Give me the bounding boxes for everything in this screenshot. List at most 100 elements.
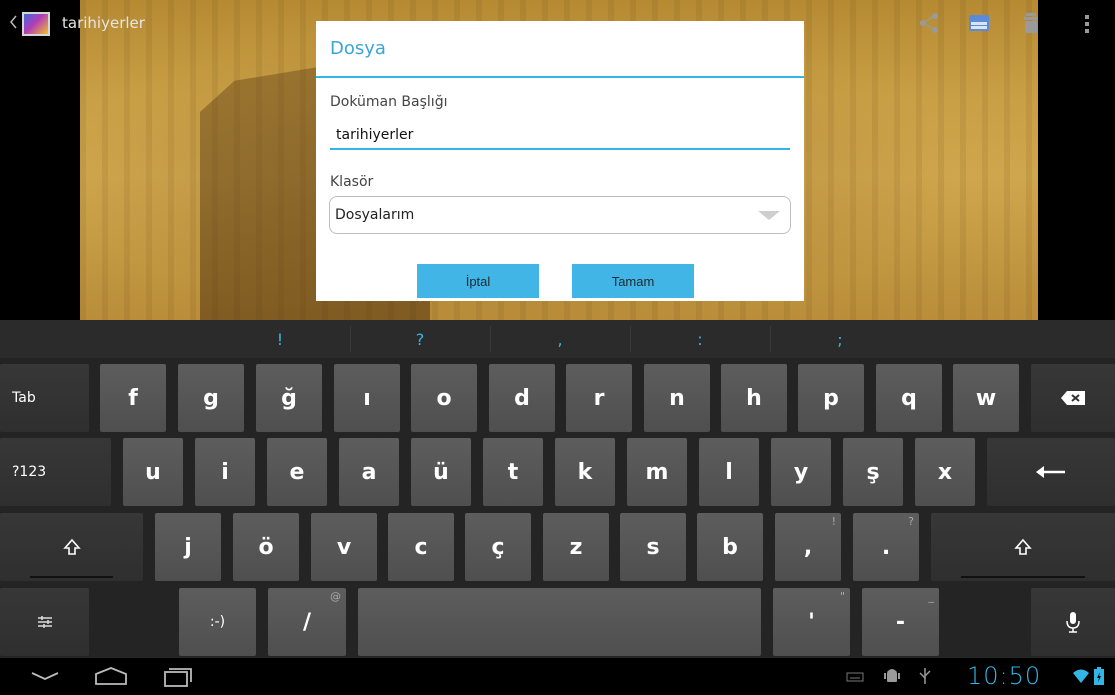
- key-g[interactable]: g: [178, 364, 244, 432]
- smiley-key[interactable]: :-): [179, 588, 256, 656]
- trash-icon[interactable]: [1018, 10, 1044, 36]
- shift-indicator: [30, 576, 113, 578]
- dropdown-arrow-icon: [758, 211, 780, 220]
- enter-key[interactable]: [987, 438, 1115, 506]
- key-b[interactable]: b: [697, 513, 763, 581]
- key-y[interactable]: y: [771, 438, 831, 506]
- folder-selected-value: Dosyalarım: [335, 207, 415, 223]
- dialog-title-divider: [316, 76, 804, 78]
- key-e[interactable]: e: [267, 438, 327, 506]
- key-p[interactable]: p: [798, 364, 864, 432]
- system-nav-bar: 10:50: [0, 658, 1115, 695]
- space-key[interactable]: [358, 588, 761, 656]
- app-icon[interactable]: [22, 12, 50, 36]
- key-label: ,: [803, 534, 813, 560]
- share-icon[interactable]: [916, 10, 942, 36]
- key-n[interactable]: n: [644, 364, 710, 432]
- key-dotless-i[interactable]: ı: [334, 364, 400, 432]
- key-u[interactable]: u: [123, 438, 183, 506]
- usb-icon: [919, 668, 931, 684]
- soft-keyboard: ! ? , : ; Tab f g ğ ı o d r n h p q w ?1…: [0, 320, 1115, 658]
- key-c[interactable]: c: [388, 513, 454, 581]
- recent-apps-icon[interactable]: [163, 666, 193, 688]
- tab-key[interactable]: Tab: [0, 364, 89, 432]
- key-r[interactable]: r: [566, 364, 632, 432]
- battery-icon: [1094, 667, 1104, 685]
- hide-keyboard-icon[interactable]: [30, 670, 60, 682]
- key-o-umlaut[interactable]: ö: [233, 513, 299, 581]
- key-a[interactable]: a: [339, 438, 399, 506]
- key-q[interactable]: q: [876, 364, 942, 432]
- key-l[interactable]: l: [699, 438, 759, 506]
- document-title-input[interactable]: [330, 121, 790, 149]
- ok-button[interactable]: Tamam: [572, 264, 694, 298]
- key-g-breve[interactable]: ğ: [256, 364, 322, 432]
- dash-key[interactable]: - _: [862, 588, 939, 656]
- folder-icon[interactable]: [966, 10, 992, 36]
- keyboard-settings-key[interactable]: [0, 588, 89, 656]
- suggestion-item[interactable]: ;: [770, 320, 910, 358]
- file-dialog: Dosya Doküman Başlığı Klasör Dosyalarım …: [316, 21, 804, 301]
- key-comma[interactable]: , !: [775, 513, 841, 581]
- keyboard-icon: [846, 672, 864, 682]
- document-title-label: Doküman Başlığı: [330, 94, 448, 110]
- microphone-icon: [1066, 612, 1080, 633]
- key-label: -: [895, 609, 906, 635]
- key-x[interactable]: x: [915, 438, 975, 506]
- key-w[interactable]: w: [953, 364, 1019, 432]
- enter-icon: [1036, 466, 1065, 478]
- status-clock: 10:50: [967, 662, 1042, 690]
- symbols-key[interactable]: ?123: [0, 438, 111, 506]
- key-hint: _: [928, 590, 935, 603]
- suggestion-item[interactable]: ,: [490, 320, 630, 358]
- key-c-cedilla[interactable]: ç: [465, 513, 531, 581]
- key-hint: ": [839, 590, 845, 603]
- folder-label: Klasör: [330, 174, 374, 190]
- key-d[interactable]: d: [489, 364, 555, 432]
- dialog-title: Dosya: [330, 38, 386, 59]
- microphone-key[interactable]: [1031, 588, 1115, 656]
- backspace-key[interactable]: [1031, 364, 1115, 432]
- key-label: ': [808, 609, 815, 635]
- suggestion-bar: ! ? , : ;: [0, 320, 1115, 358]
- key-label: /: [302, 609, 312, 635]
- key-s-cedilla[interactable]: ş: [843, 438, 903, 506]
- shift-icon: [62, 538, 81, 555]
- key-m[interactable]: m: [627, 438, 687, 506]
- key-h[interactable]: h: [721, 364, 787, 432]
- slash-key[interactable]: / @: [268, 588, 346, 656]
- home-icon[interactable]: [94, 666, 128, 686]
- key-hint: @: [330, 590, 341, 603]
- key-hint: ?: [908, 515, 914, 528]
- app-title: tarihiyerler: [62, 14, 145, 32]
- key-v[interactable]: v: [311, 513, 377, 581]
- suggestion-item[interactable]: !: [210, 320, 350, 358]
- key-label: .: [881, 534, 891, 560]
- overflow-menu-icon[interactable]: [1074, 10, 1100, 36]
- shift-key-left[interactable]: [0, 513, 143, 581]
- cancel-button[interactable]: İptal: [417, 264, 539, 298]
- key-k[interactable]: k: [555, 438, 615, 506]
- key-o[interactable]: o: [411, 364, 477, 432]
- backspace-icon: [1061, 391, 1085, 405]
- wifi-icon: [1073, 669, 1089, 683]
- key-u-umlaut[interactable]: ü: [411, 438, 471, 506]
- input-underline: [330, 148, 790, 150]
- key-s[interactable]: s: [620, 513, 686, 581]
- shift-indicator: [961, 576, 1085, 578]
- key-f[interactable]: f: [100, 364, 166, 432]
- folder-dropdown[interactable]: Dosyalarım: [329, 196, 791, 234]
- key-i[interactable]: i: [195, 438, 255, 506]
- key-hint: !: [831, 515, 836, 528]
- key-z[interactable]: z: [543, 513, 609, 581]
- android-debug-icon: [884, 669, 900, 682]
- keyboard-settings-icon: [37, 616, 52, 628]
- suggestion-item[interactable]: ?: [350, 320, 490, 358]
- suggestion-item[interactable]: :: [630, 320, 770, 358]
- key-j[interactable]: j: [155, 513, 221, 581]
- apostrophe-key[interactable]: ' ": [773, 588, 850, 656]
- key-t[interactable]: t: [483, 438, 543, 506]
- back-chevron-icon[interactable]: [8, 13, 18, 31]
- key-period[interactable]: . ?: [853, 513, 919, 581]
- shift-key-right[interactable]: [931, 513, 1115, 581]
